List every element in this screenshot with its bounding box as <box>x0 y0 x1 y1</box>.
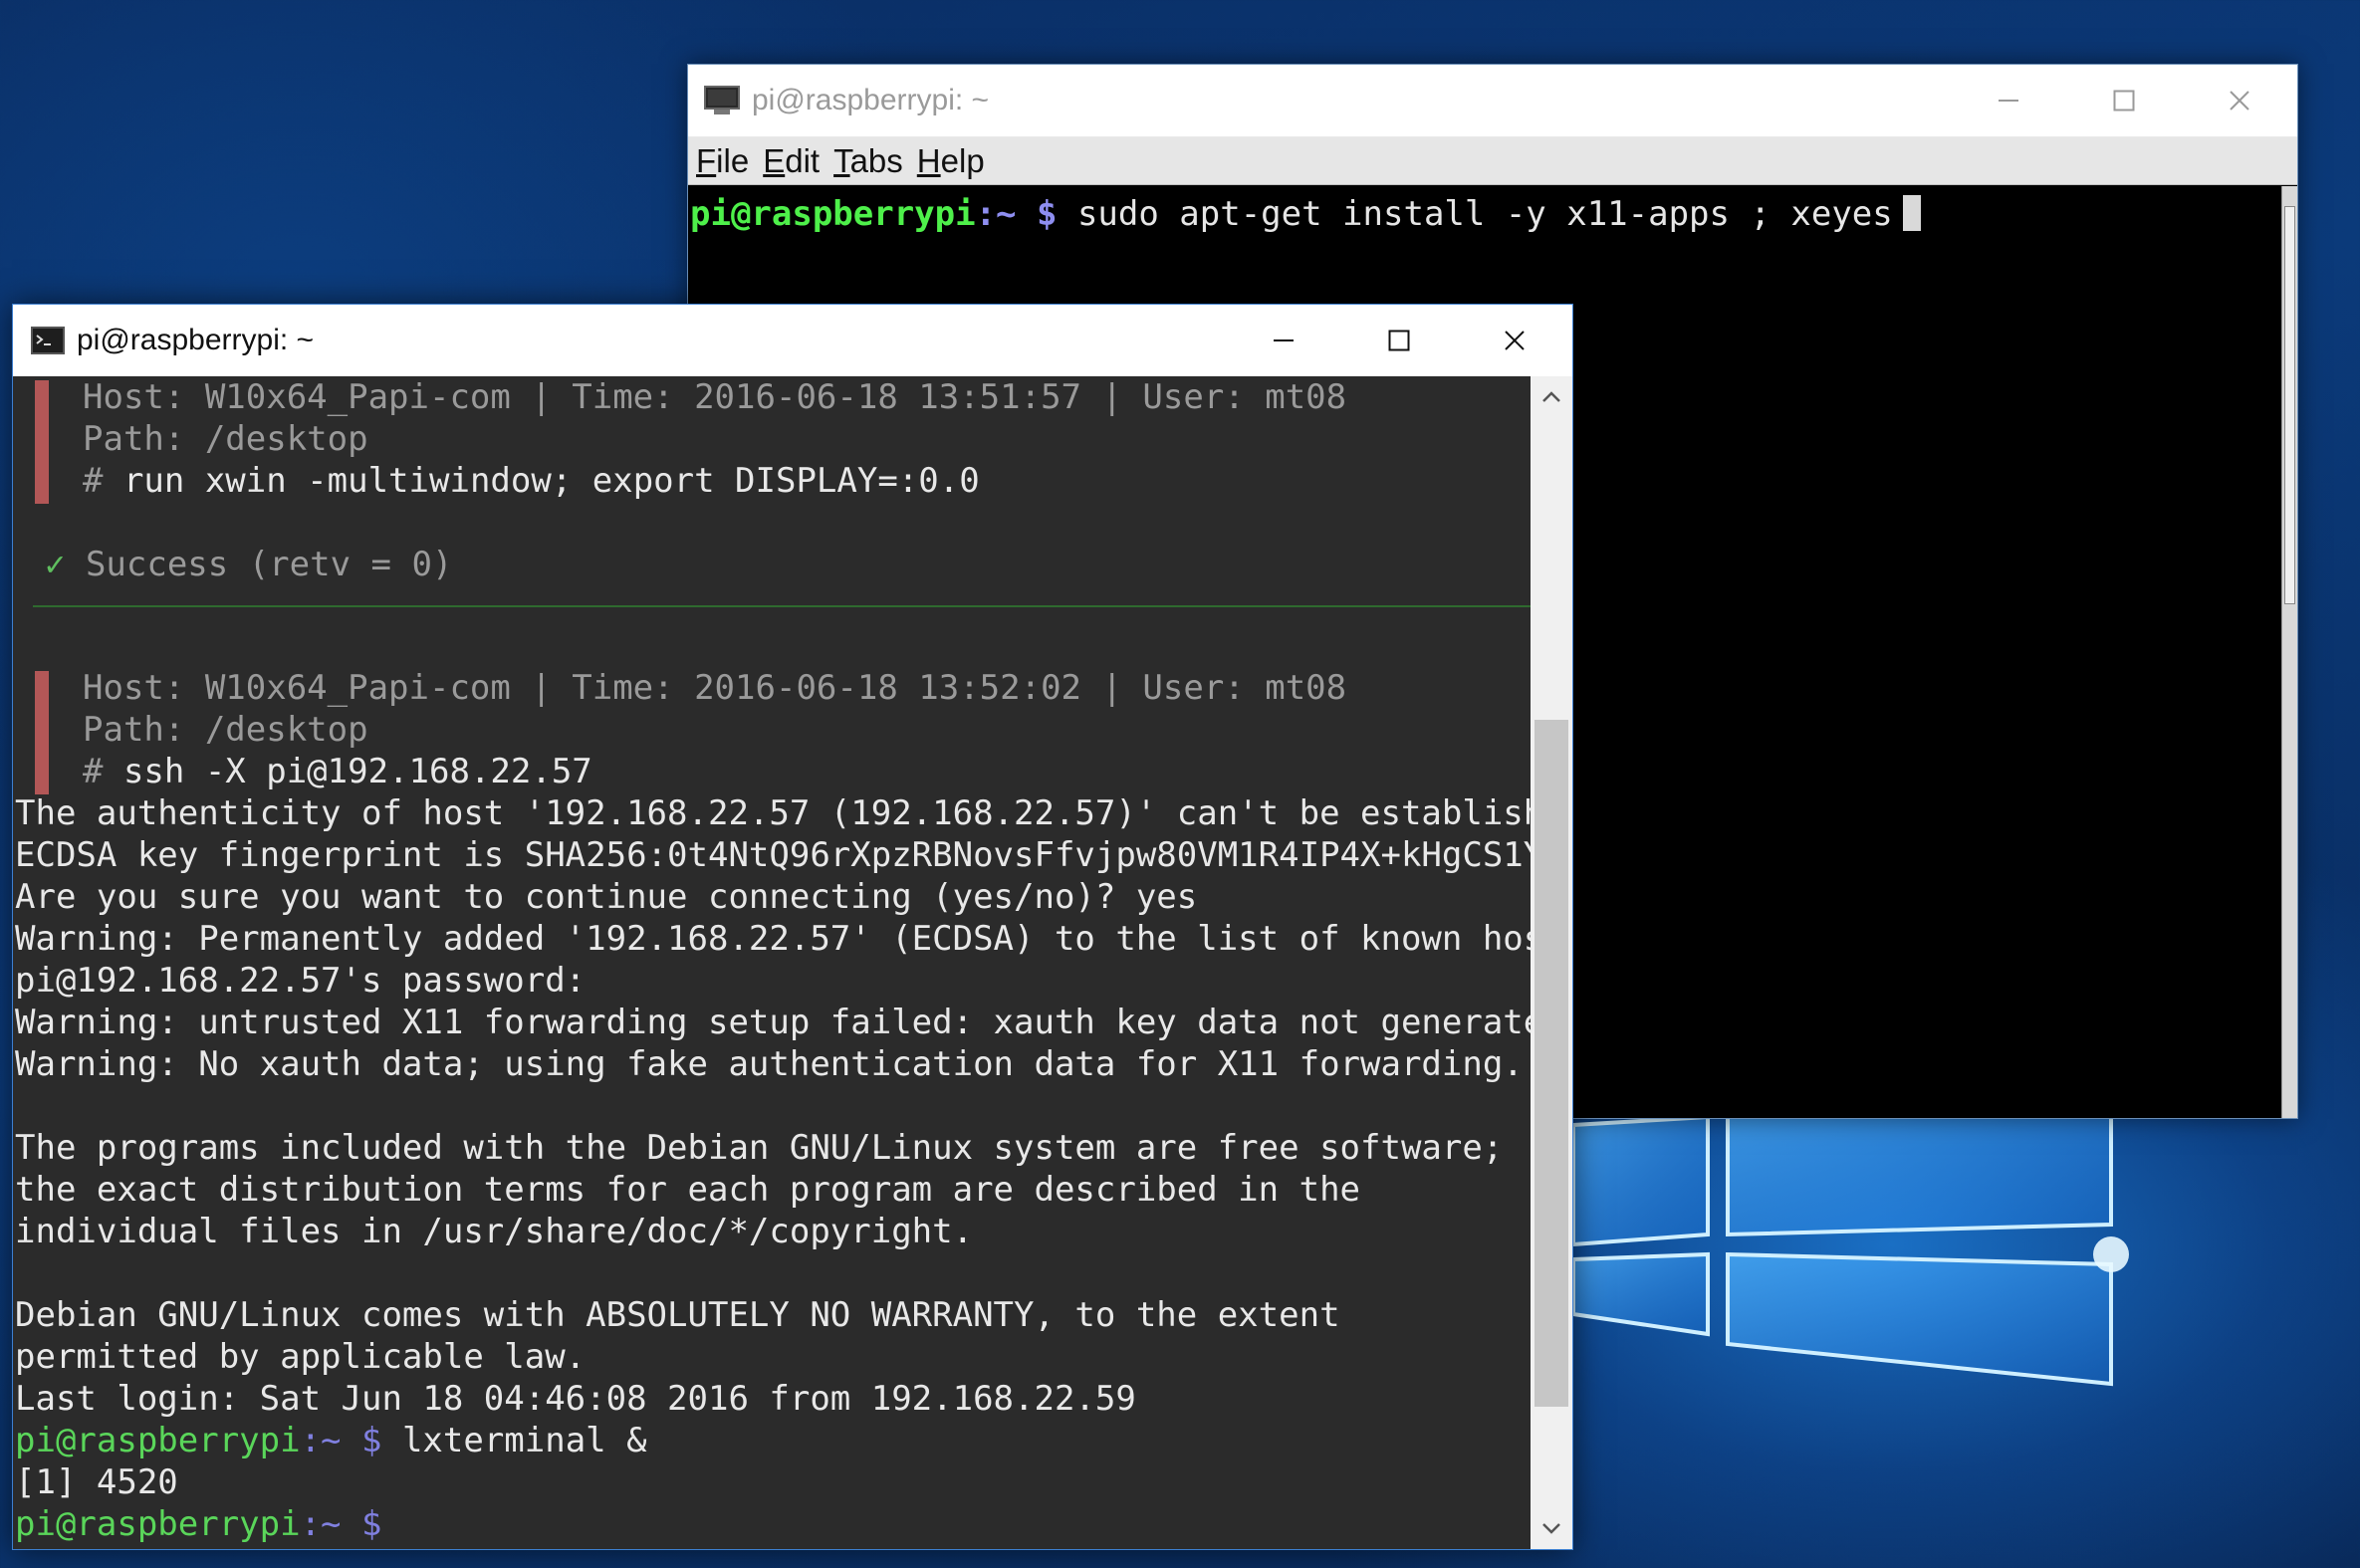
check-icon: ✓ <box>45 545 66 584</box>
lxterminal-titlebar[interactable]: pi@raspberrypi: ~ <box>688 65 2297 137</box>
job-line: [1] 4520 <box>15 1462 178 1502</box>
separator-line <box>33 605 1531 607</box>
terminal-text: Host: W10x64_Papi-com | Time: 2016-06-18… <box>13 376 1572 1549</box>
vertical-scrollbar[interactable] <box>2281 186 2297 1118</box>
scroll-up-arrow-icon <box>1542 391 1560 402</box>
text-cursor <box>1902 195 1921 231</box>
path-line: Path: /desktop <box>83 710 368 750</box>
output-line: Warning: Permanently added '192.168.22.5… <box>15 919 1572 959</box>
output-line: Debian GNU/Linux comes with ABSOLUTELY N… <box>15 1295 1340 1335</box>
output-line: The authenticity of host '192.168.22.57 … <box>15 793 1572 833</box>
close-icon <box>1505 331 1525 350</box>
maximize-button[interactable] <box>1341 305 1457 376</box>
menu-tabs[interactable]: Tabs <box>833 142 903 180</box>
output-line: Warning: untrusted X11 forwarding setup … <box>15 1003 1564 1042</box>
maximize-button[interactable] <box>2066 65 2182 136</box>
host-info-line: Host: W10x64_Papi-com | Time: 2016-06-18… <box>83 668 1347 708</box>
vertical-scrollbar[interactable] <box>1531 376 1572 1549</box>
menu-edit[interactable]: Edit <box>763 142 820 180</box>
command-line: # run xwin -multiwindow; export DISPLAY=… <box>83 461 980 501</box>
output-line: Last login: Sat Jun 18 04:46:08 2016 fro… <box>15 1379 1136 1419</box>
minimize-button[interactable] <box>1226 305 1341 376</box>
minimize-icon <box>1274 339 1294 341</box>
command-line: # ssh -X pi@192.168.22.57 <box>83 752 592 791</box>
output-line: The programs included with the Debian GN… <box>15 1128 1504 1168</box>
terminal-icon <box>704 86 740 114</box>
close-button[interactable] <box>2182 65 2297 136</box>
mintty-window[interactable]: pi@raspberrypi: ~ Host: W10x64_Papi-com … <box>12 304 1573 1550</box>
output-line: the exact distribution terms for each pr… <box>15 1170 1361 1210</box>
window-title: pi@raspberrypi: ~ <box>752 84 990 116</box>
path-line: Path: /desktop <box>83 419 368 459</box>
terminal-icon <box>31 327 65 354</box>
output-line: Warning: No xauth data; using fake authe… <box>15 1044 1524 1084</box>
minimize-button[interactable] <box>1951 65 2066 136</box>
close-icon <box>2230 91 2249 111</box>
windows-logo-icon <box>1571 1095 2129 1387</box>
prompt-line: pi@raspberrypi:~ $ sudo apt-get install … <box>690 194 1921 234</box>
output-line: ECDSA key fingerprint is SHA256:0t4NtQ96… <box>15 835 1564 875</box>
success-line: ✓ Success (retv = 0) <box>45 545 453 584</box>
window-title: pi@raspberrypi: ~ <box>77 324 315 356</box>
output-line: permitted by applicable law. <box>15 1337 587 1377</box>
command-marker-bar <box>35 671 49 794</box>
maximize-icon <box>1388 330 1410 351</box>
close-button[interactable] <box>1457 305 1572 376</box>
menubar: File Edit Tabs Help <box>688 137 2297 185</box>
scroll-up-button[interactable] <box>1531 376 1572 418</box>
output-line: pi@192.168.22.57's password: <box>15 961 587 1001</box>
scrollbar-thumb[interactable] <box>1534 720 1568 1407</box>
prompt-line: pi@raspberrypi:~ $ <box>15 1504 382 1544</box>
scroll-down-button[interactable] <box>1531 1507 1572 1549</box>
mintty-output[interactable]: Host: W10x64_Papi-com | Time: 2016-06-18… <box>13 376 1572 1549</box>
prompt-line: pi@raspberrypi:~ $ lxterminal & <box>15 1421 647 1460</box>
command-marker-bar <box>35 380 49 504</box>
menu-help[interactable]: Help <box>917 142 985 180</box>
scroll-down-arrow-icon <box>1542 1523 1560 1534</box>
maximize-icon <box>2113 90 2135 112</box>
output-line: Are you sure you want to continue connec… <box>15 877 1198 917</box>
host-info-line: Host: W10x64_Papi-com | Time: 2016-06-18… <box>83 377 1347 417</box>
minimize-icon <box>1999 100 2018 102</box>
scrollbar-thumb[interactable] <box>2284 206 2295 604</box>
menu-file[interactable]: File <box>696 142 749 180</box>
output-line: individual files in /usr/share/doc/*/cop… <box>15 1212 974 1251</box>
mintty-titlebar[interactable]: pi@raspberrypi: ~ <box>13 305 1572 376</box>
